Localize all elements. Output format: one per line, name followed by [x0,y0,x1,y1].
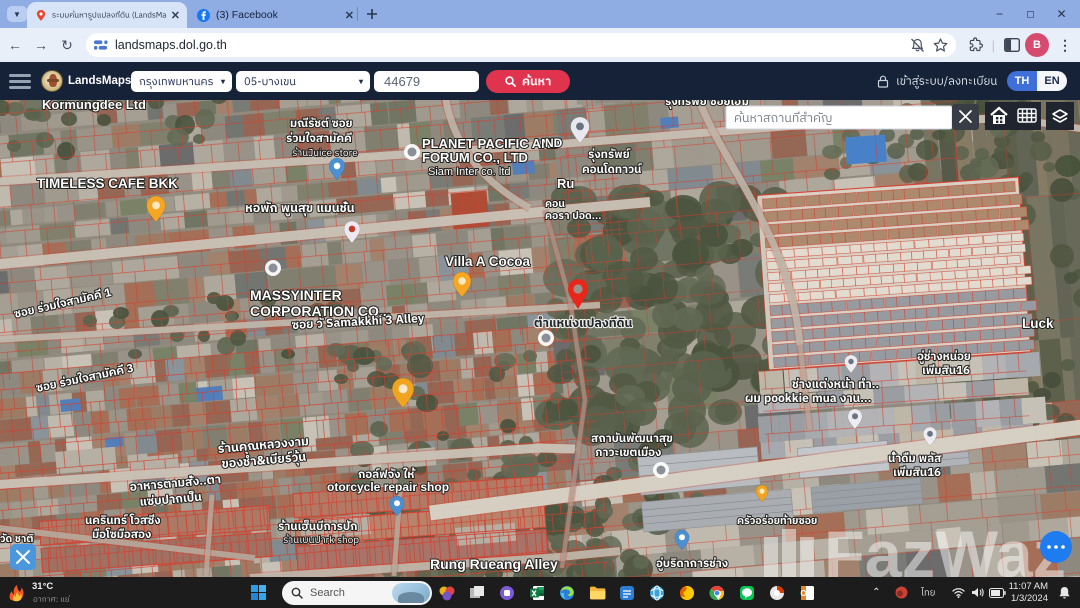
svg-text:FORUM CO., LTD: FORUM CO., LTD [422,150,528,165]
svg-text:FazWaz: FazWaz [824,517,1066,577]
svg-text:TIMELESS CAFE BKK: TIMELESS CAFE BKK [37,176,178,191]
svg-text:MASSYINTER: MASSYINTER [250,287,342,303]
svg-text:Luck: Luck [1022,316,1054,331]
svg-text:Kormungdee Ltd: Kormungdee Ltd [42,100,146,112]
svg-text:Villa A Cocoa: Villa A Cocoa [445,254,531,269]
svg-text:Ru: Ru [557,176,574,191]
svg-text:O: O [800,589,806,598]
svg-text:ND: ND [545,136,563,150]
svg-text:otorcycle repair shop: otorcycle repair shop [327,480,449,494]
svg-text:PLANET PACIFIC AND: PLANET PACIFIC AND [422,136,560,151]
svg-text:Rung Rueang Alley: Rung Rueang Alley [430,556,558,572]
svg-text:Siam Inter co. ltd: Siam Inter co. ltd [428,166,511,178]
